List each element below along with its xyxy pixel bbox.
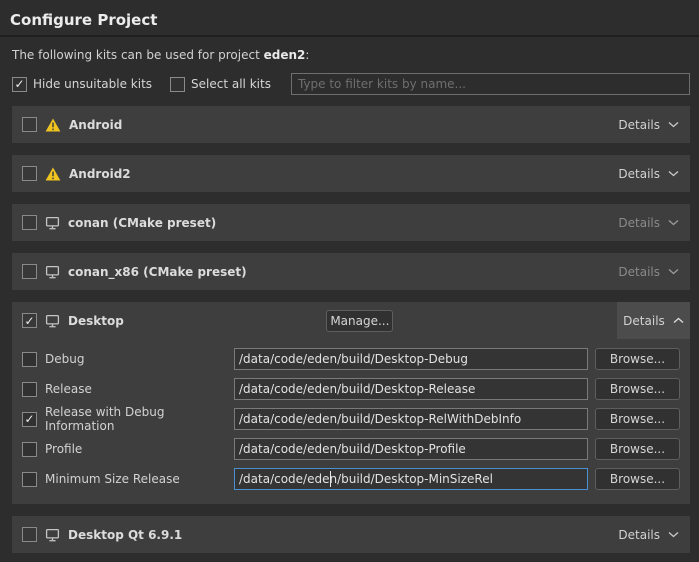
kit-checkbox[interactable]: ✓ xyxy=(22,313,37,328)
kit-row-conan: conan (CMake preset) Details xyxy=(12,204,690,241)
browse-button[interactable]: Browse... xyxy=(595,468,680,490)
desktop-icon xyxy=(45,528,60,542)
kit-name: conan (CMake preset) xyxy=(68,216,216,230)
desktop-icon xyxy=(45,314,60,328)
kit-details-toggle[interactable]: Details xyxy=(617,302,690,339)
chevron-down-icon xyxy=(668,170,679,177)
kit-details-toggle[interactable]: Details xyxy=(607,253,690,290)
build-dir-input-minsizerel[interactable] xyxy=(234,468,588,490)
hide-unsuitable-kits-label: Hide unsuitable kits xyxy=(33,77,152,91)
config-checkbox[interactable] xyxy=(22,352,37,367)
config-label: Profile xyxy=(45,442,234,456)
config-checkbox[interactable] xyxy=(22,382,37,397)
kit-name: Android2 xyxy=(69,167,131,181)
config-checkbox[interactable] xyxy=(22,472,37,487)
kit-details-toggle[interactable]: Details xyxy=(607,204,690,241)
build-config-list: Debug Browse... Release Browse... ✓ Rele… xyxy=(12,339,690,504)
kit-header[interactable]: Desktop Qt 6.9.1 Details xyxy=(12,516,690,553)
config-row-release: Release Browse... xyxy=(22,374,680,404)
browse-button[interactable]: Browse... xyxy=(595,348,680,370)
kit-header[interactable]: Android Details xyxy=(12,106,690,143)
kit-row-desktop-qt: Desktop Qt 6.9.1 Details xyxy=(12,516,690,553)
config-checkbox[interactable]: ✓ xyxy=(22,412,37,427)
config-label: Minimum Size Release xyxy=(45,472,234,486)
intro-text: The following kits can be used for proje… xyxy=(12,48,687,62)
browse-button[interactable]: Browse... xyxy=(595,438,680,460)
chevron-down-icon xyxy=(668,121,679,128)
config-label: Release with Debug Information xyxy=(45,405,234,433)
page-title: Configure Project xyxy=(0,0,699,37)
kit-checkbox[interactable] xyxy=(22,264,37,279)
config-checkbox[interactable] xyxy=(22,442,37,457)
config-row-relwithdebinfo: ✓ Release with Debug Information Browse.… xyxy=(22,404,680,434)
select-all-kits-label: Select all kits xyxy=(191,77,271,91)
checkbox-checked-icon[interactable]: ✓ xyxy=(12,77,27,92)
kit-header[interactable]: Android2 Details xyxy=(12,155,690,192)
chevron-down-icon xyxy=(668,531,679,538)
kit-header[interactable]: conan (CMake preset) Details xyxy=(12,204,690,241)
kit-details-toggle[interactable]: Details xyxy=(607,155,690,192)
browse-button[interactable]: Browse... xyxy=(595,408,680,430)
config-row-debug: Debug Browse... xyxy=(22,344,680,374)
intro-suffix: : xyxy=(305,48,309,62)
config-row-profile: Profile Browse... xyxy=(22,434,680,464)
config-label: Release xyxy=(45,382,234,396)
config-row-minsizerel: Minimum Size Release Browse... xyxy=(22,464,680,494)
kit-checkbox[interactable] xyxy=(22,117,37,132)
chevron-up-icon xyxy=(673,317,684,324)
project-name: eden2 xyxy=(264,48,306,62)
build-dir-input-release[interactable] xyxy=(234,378,588,400)
build-dir-input-relwithdebinfo[interactable] xyxy=(234,408,588,430)
kit-filter-input[interactable] xyxy=(291,73,690,95)
checkbox-unchecked-icon[interactable] xyxy=(170,77,185,92)
kit-row-android: Android Details xyxy=(12,106,690,143)
kit-name: Android xyxy=(69,118,122,132)
kit-row-conan-x86: conan_x86 (CMake preset) Details xyxy=(12,253,690,290)
kit-checkbox[interactable] xyxy=(22,215,37,230)
manage-kits-button[interactable]: Manage... xyxy=(326,310,393,332)
desktop-icon xyxy=(45,216,60,230)
chevron-down-icon xyxy=(668,268,679,275)
build-dir-input-profile[interactable] xyxy=(234,438,588,460)
config-label: Debug xyxy=(45,352,234,366)
kit-row-android2: Android2 Details xyxy=(12,155,690,192)
kit-header[interactable]: conan_x86 (CMake preset) Details xyxy=(12,253,690,290)
kit-checkbox[interactable] xyxy=(22,166,37,181)
hide-unsuitable-kits-checkbox[interactable]: ✓ Hide unsuitable kits xyxy=(12,77,152,92)
kit-name: Desktop xyxy=(68,314,124,328)
kit-header[interactable]: ✓ Desktop Manage... Details xyxy=(12,302,690,339)
build-dir-input-debug[interactable] xyxy=(234,348,588,370)
kit-details-toggle[interactable]: Details xyxy=(607,106,690,143)
kit-row-desktop: ✓ Desktop Manage... Details Debug Browse… xyxy=(12,302,690,504)
warning-icon xyxy=(45,167,61,181)
filter-bar: ✓ Hide unsuitable kits Select all kits xyxy=(12,73,690,95)
browse-button[interactable]: Browse... xyxy=(595,378,680,400)
text-cursor xyxy=(330,471,331,487)
select-all-kits-checkbox[interactable]: Select all kits xyxy=(170,77,271,92)
kit-checkbox[interactable] xyxy=(22,527,37,542)
kit-name: conan_x86 (CMake preset) xyxy=(68,265,247,279)
kit-list: Android Details Android2 Details xyxy=(0,106,699,553)
warning-icon xyxy=(45,118,61,132)
desktop-icon xyxy=(45,265,60,279)
chevron-down-icon xyxy=(668,219,679,226)
intro-prefix: The following kits can be used for proje… xyxy=(12,48,264,62)
kit-name: Desktop Qt 6.9.1 xyxy=(68,528,182,542)
kit-details-toggle[interactable]: Details xyxy=(607,516,690,553)
